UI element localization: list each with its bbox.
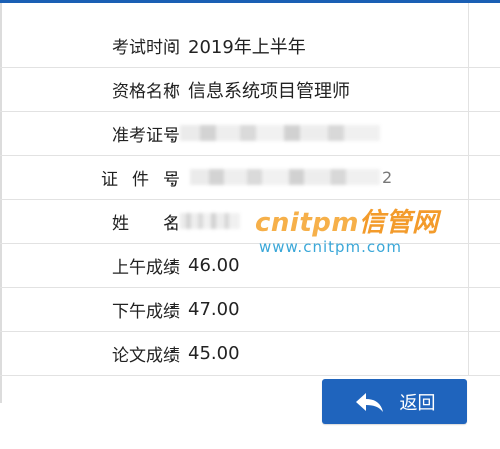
redacted-name bbox=[180, 213, 240, 229]
colon: ： bbox=[168, 302, 185, 322]
row-essay-score: 论文成绩 ： 45.00 bbox=[0, 332, 500, 376]
morning-score-value: 46.00 bbox=[188, 255, 240, 276]
back-button[interactable]: 返回 bbox=[322, 379, 467, 424]
id-number-tail: 2 bbox=[382, 168, 393, 187]
redacted-admission-number bbox=[180, 125, 380, 141]
row-id-number: 证件号 ： 2 bbox=[0, 156, 500, 200]
watermark-brand: cnitpm bbox=[255, 208, 359, 238]
colon: ： bbox=[168, 82, 185, 102]
score-table: 考试时间 ： 2019年上半年 资格名称 ： 信息系统项目管理师 准考证号 ： … bbox=[0, 24, 500, 376]
watermark-brand-cn: 信管网 bbox=[358, 208, 439, 238]
row-exam-time: 考试时间 ： 2019年上半年 bbox=[0, 24, 500, 68]
exam-time-value: 2019年上半年 bbox=[188, 36, 306, 58]
row-qualification: 资格名称 ： 信息系统项目管理师 bbox=[0, 68, 500, 112]
afternoon-score-value: 47.00 bbox=[188, 299, 240, 320]
redacted-id-number bbox=[190, 169, 380, 185]
top-accent-bar bbox=[0, 0, 500, 3]
qualification-value: 信息系统项目管理师 bbox=[188, 80, 350, 102]
back-arrow-icon bbox=[355, 392, 383, 412]
essay-score-value: 45.00 bbox=[188, 343, 240, 364]
colon: ： bbox=[168, 258, 185, 278]
row-afternoon-score: 下午成绩 ： 47.00 bbox=[0, 288, 500, 332]
watermark-url: www.cnitpm.com bbox=[259, 238, 402, 256]
back-button-label: 返回 bbox=[399, 392, 436, 414]
colon: ： bbox=[168, 38, 185, 58]
colon: ： bbox=[168, 346, 185, 366]
row-admission-number: 准考证号 ： bbox=[0, 112, 500, 156]
colon: ： bbox=[168, 170, 185, 190]
watermark-logo: cnitpm信管网 www.cnitpm.com bbox=[255, 210, 438, 256]
